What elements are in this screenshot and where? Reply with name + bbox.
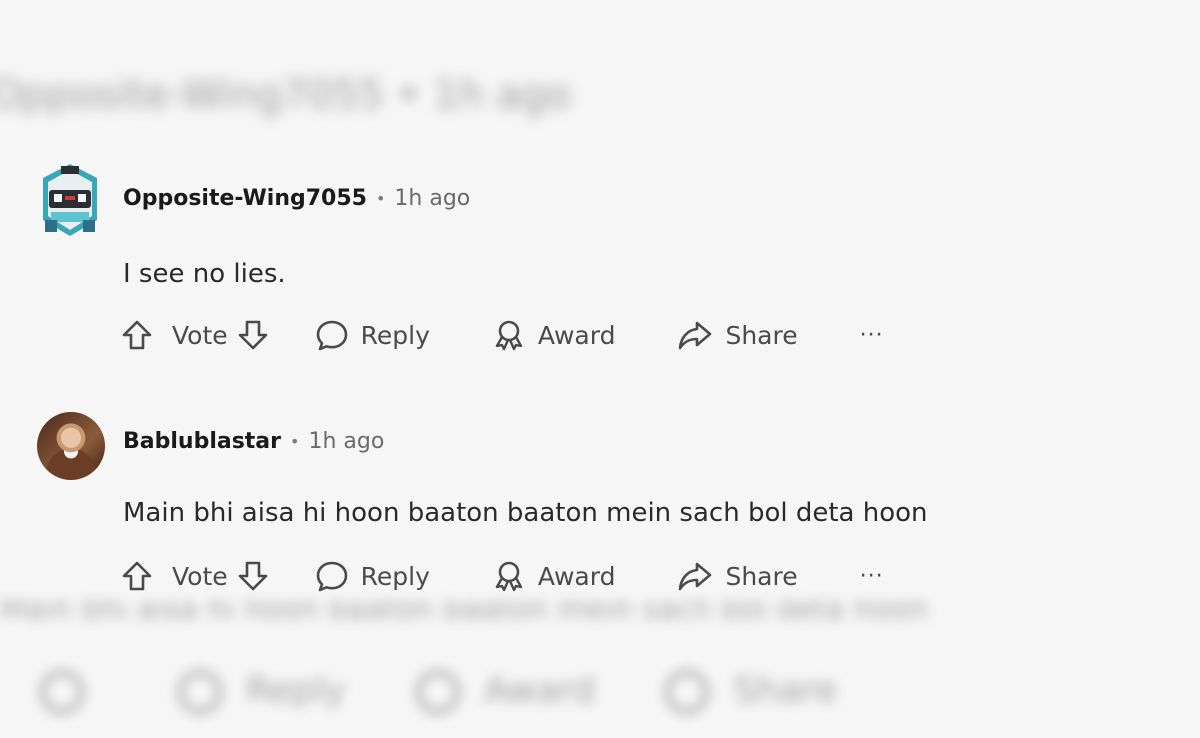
reply-label: Reply bbox=[360, 320, 430, 350]
avatar[interactable] bbox=[37, 412, 105, 480]
blurred-upvote-icon bbox=[40, 670, 84, 714]
comment-bubble-icon bbox=[316, 320, 347, 351]
timestamp[interactable]: 1h ago bbox=[308, 429, 384, 454]
award-button[interactable]: Award bbox=[492, 559, 616, 593]
share-button[interactable]: Share bbox=[677, 318, 798, 352]
more-options-button[interactable]: ··· bbox=[860, 323, 884, 348]
award-label: Award bbox=[537, 561, 616, 591]
blurred-actions: Reply Award Share bbox=[40, 670, 837, 714]
blurred-share: Share bbox=[665, 670, 837, 714]
share-arrow-icon bbox=[679, 321, 712, 350]
blurred-vote bbox=[40, 670, 108, 714]
username-link[interactable]: Bablublastar bbox=[123, 429, 281, 454]
blurred-award-icon bbox=[415, 670, 460, 714]
reply-button[interactable]: Reply bbox=[315, 559, 430, 593]
more-dots-icon: ··· bbox=[859, 563, 884, 589]
blurred-share-icon bbox=[665, 670, 710, 714]
blurred-reply-icon bbox=[178, 670, 222, 714]
comment-body: Main bhi aisa hi hoon baaton baaton mein… bbox=[123, 498, 928, 528]
more-options-button[interactable]: ··· bbox=[860, 564, 884, 589]
award-ribbon-icon bbox=[495, 320, 523, 351]
vote-group: Vote bbox=[120, 318, 270, 352]
more-dots-icon: ··· bbox=[859, 322, 884, 348]
award-button[interactable]: Award bbox=[492, 318, 616, 352]
separator-dot: • bbox=[290, 432, 300, 451]
share-label: Share bbox=[725, 320, 798, 350]
avatar[interactable] bbox=[37, 160, 103, 240]
comment-bubble-icon bbox=[316, 561, 347, 592]
reply-button[interactable]: Reply bbox=[315, 318, 430, 352]
share-label: Share bbox=[725, 561, 798, 591]
blurred-reflection: Main bhi aisa hi hoon baaton baaton mein… bbox=[0, 600, 1200, 738]
vote-count: Vote bbox=[172, 561, 228, 591]
upvote-icon[interactable] bbox=[120, 318, 154, 352]
blurred-comment-body: Main bhi aisa hi hoon baaton baaton mein… bbox=[0, 600, 929, 627]
vote-group: Vote bbox=[120, 559, 270, 593]
downvote-icon[interactable] bbox=[236, 318, 270, 352]
comment-header: Opposite-Wing7055 • 1h ago bbox=[123, 186, 470, 211]
timestamp[interactable]: 1h ago bbox=[394, 186, 470, 211]
blurred-reply: Reply bbox=[178, 670, 346, 714]
share-arrow-icon bbox=[679, 562, 712, 591]
upvote-icon[interactable] bbox=[120, 559, 154, 593]
comment-actions: Vote Reply Award Share ··· bbox=[120, 318, 884, 352]
award-ribbon-icon bbox=[495, 561, 523, 592]
comment-header: Bablublastar • 1h ago bbox=[123, 429, 384, 454]
share-button[interactable]: Share bbox=[677, 559, 798, 593]
vote-count: Vote bbox=[172, 320, 228, 350]
comment-body: I see no lies. bbox=[123, 259, 286, 289]
username-link[interactable]: Opposite-Wing7055 bbox=[123, 186, 367, 211]
reply-label: Reply bbox=[360, 561, 430, 591]
separator-dot: • bbox=[375, 189, 386, 208]
blurred-previous-comment-header: Opposite-Wing7055 • 1h ago bbox=[0, 72, 572, 118]
award-label: Award bbox=[537, 320, 616, 350]
blurred-award: Award bbox=[415, 670, 595, 714]
downvote-icon[interactable] bbox=[236, 559, 270, 593]
comment-actions: Vote Reply Award Share ··· bbox=[120, 559, 884, 593]
